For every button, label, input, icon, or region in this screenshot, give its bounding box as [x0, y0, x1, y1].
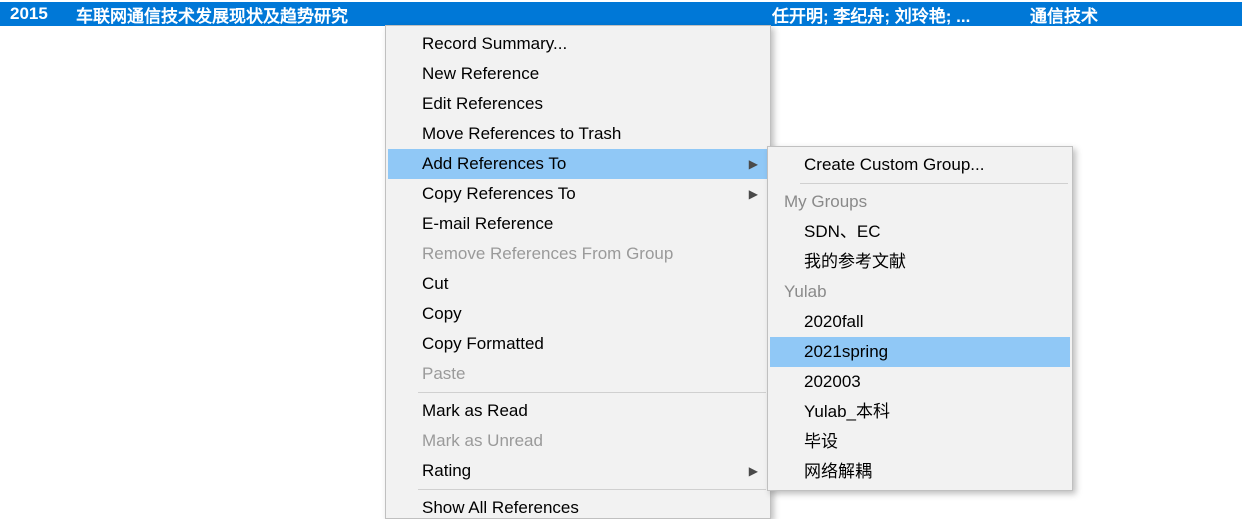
- menu-paste: Paste: [388, 359, 768, 389]
- menu-separator: [418, 392, 766, 393]
- cell-journal: 通信技术: [1030, 2, 1230, 27]
- context-menu: Record Summary... New Reference Edit Ref…: [385, 25, 771, 519]
- menu-copy-formatted[interactable]: Copy Formatted: [388, 329, 768, 359]
- menu-rating-label: Rating: [422, 461, 471, 480]
- chevron-right-icon: ▶: [749, 460, 758, 482]
- group-item[interactable]: 毕设: [770, 427, 1070, 457]
- menu-new-reference[interactable]: New Reference: [388, 59, 768, 89]
- cell-year: 2015: [0, 4, 76, 24]
- menu-cut[interactable]: Cut: [388, 269, 768, 299]
- menu-mark-as-unread: Mark as Unread: [388, 426, 768, 456]
- group-header: My Groups: [770, 187, 1070, 217]
- menu-remove-from-group: Remove References From Group: [388, 239, 768, 269]
- menu-mark-as-read[interactable]: Mark as Read: [388, 396, 768, 426]
- menu-add-references-to-label: Add References To: [422, 154, 566, 173]
- menu-email-reference[interactable]: E-mail Reference: [388, 209, 768, 239]
- submenu-create-custom-group[interactable]: Create Custom Group...: [770, 150, 1070, 180]
- reference-row-selected[interactable]: 2015 车联网通信技术发展现状及趋势研究 任开明; 李纪舟; 刘玲艳; ...…: [0, 2, 1242, 26]
- group-item[interactable]: 202003: [770, 367, 1070, 397]
- menu-add-references-to[interactable]: Add References To ▶: [388, 149, 768, 179]
- menu-edit-references[interactable]: Edit References: [388, 89, 768, 119]
- menu-move-to-trash[interactable]: Move References to Trash: [388, 119, 768, 149]
- menu-record-summary[interactable]: Record Summary...: [388, 29, 768, 59]
- group-item[interactable]: 2021spring: [770, 337, 1070, 367]
- cell-title: 车联网通信技术发展现状及趋势研究: [76, 2, 772, 27]
- submenu-add-references-to: Create Custom Group... My GroupsSDN、EC我的…: [767, 146, 1073, 491]
- menu-copy[interactable]: Copy: [388, 299, 768, 329]
- chevron-right-icon: ▶: [749, 183, 758, 205]
- group-item[interactable]: 2020fall: [770, 307, 1070, 337]
- group-header: Yulab: [770, 277, 1070, 307]
- group-item[interactable]: Yulab_本科: [770, 397, 1070, 427]
- menu-copy-references-to-label: Copy References To: [422, 184, 576, 203]
- group-item[interactable]: 网络解耦: [770, 457, 1070, 487]
- cell-author: 任开明; 李纪舟; 刘玲艳; ...: [772, 2, 1030, 27]
- menu-separator: [800, 183, 1068, 184]
- menu-copy-references-to[interactable]: Copy References To ▶: [388, 179, 768, 209]
- chevron-right-icon: ▶: [749, 153, 758, 175]
- group-item[interactable]: SDN、EC: [770, 217, 1070, 247]
- menu-rating[interactable]: Rating ▶: [388, 456, 768, 486]
- group-item[interactable]: 我的参考文献: [770, 247, 1070, 277]
- menu-separator: [418, 489, 766, 490]
- menu-show-all-references[interactable]: Show All References: [388, 493, 768, 515]
